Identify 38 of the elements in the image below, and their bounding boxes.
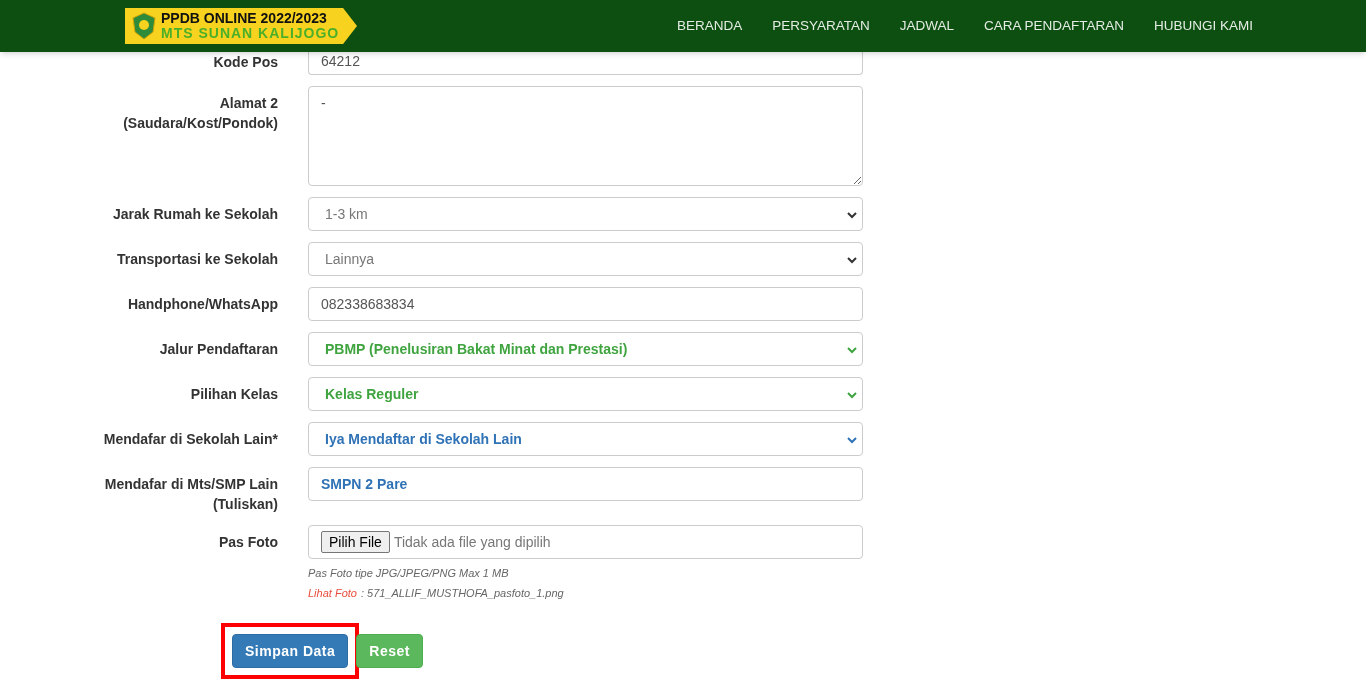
field-label: Kode Pos bbox=[212, 53, 278, 72]
field-label: Pilihan Kelas bbox=[189, 385, 278, 404]
input-field[interactable]: 082338683834 bbox=[308, 287, 863, 321]
nav-link[interactable]: HUBUNGI KAMI bbox=[1154, 15, 1253, 37]
choose-file-button[interactable]: Pilih File bbox=[321, 531, 390, 553]
nav-link[interactable]: JADWAL bbox=[899, 15, 954, 37]
save-button[interactable]: Simpan Data bbox=[232, 634, 349, 668]
logo-banner[interactable]: PPDB ONLINE 2022/2023 MTS SUNAN KALIJOGO bbox=[125, 8, 357, 44]
hint-text: Pas Foto tipe JPG/JPEG/PNG Max 1 MB bbox=[308, 566, 510, 581]
chevron-down-icon bbox=[846, 209, 858, 221]
field-label: Pas Foto bbox=[217, 533, 278, 552]
field-label: Jarak Rumah ke Sekolah bbox=[112, 205, 278, 224]
chevron-down-icon bbox=[846, 434, 858, 446]
field-label: Mendafar di Sekolah Lain* bbox=[102, 430, 278, 449]
filename-text: : 571_ALLIF_MUSTHOFA_pasfoto_1.png bbox=[360, 586, 564, 601]
chevron-down-icon bbox=[846, 344, 858, 356]
select-field[interactable]: Lainnya bbox=[308, 242, 863, 276]
file-status-text: Tidak ada file yang dipilih bbox=[393, 532, 551, 552]
emblem-icon bbox=[131, 12, 157, 40]
field-label: Alamat 2 (Saudara/Kost/Pondok) bbox=[122, 94, 278, 133]
logo-title: PPDB ONLINE 2022/2023 bbox=[161, 11, 328, 26]
nav-link[interactable]: BERANDA bbox=[676, 15, 743, 37]
chevron-down-icon bbox=[846, 389, 858, 401]
field-label: Handphone/WhatsApp bbox=[126, 295, 278, 314]
text-area[interactable]: - bbox=[308, 86, 863, 186]
chevron-down-icon bbox=[846, 254, 858, 266]
input-field[interactable]: SMPN 2 Pare bbox=[308, 467, 863, 501]
view-photo-link[interactable]: Lihat Foto bbox=[308, 583, 357, 603]
select-field[interactable]: Iya Mendaftar di Sekolah Lain bbox=[308, 422, 863, 456]
nav-link[interactable]: PERSYARATAN bbox=[772, 15, 870, 37]
field-label: Mendafar di Mts/SMP Lain (Tuliskan) bbox=[103, 475, 278, 514]
field-label: Jalur Pendaftaran bbox=[158, 340, 278, 359]
select-field[interactable]: 1-3 km bbox=[308, 197, 863, 231]
logo-subtitle: MTS SUNAN KALIJOGO bbox=[161, 26, 340, 41]
field-label: Transportasi ke Sekolah bbox=[115, 250, 278, 269]
nav-link[interactable]: CARA PENDAFTARAN bbox=[983, 15, 1124, 37]
file-input-field[interactable]: Pilih File Tidak ada file yang dipilih bbox=[308, 525, 863, 559]
input-field[interactable]: 64212 bbox=[308, 52, 863, 75]
